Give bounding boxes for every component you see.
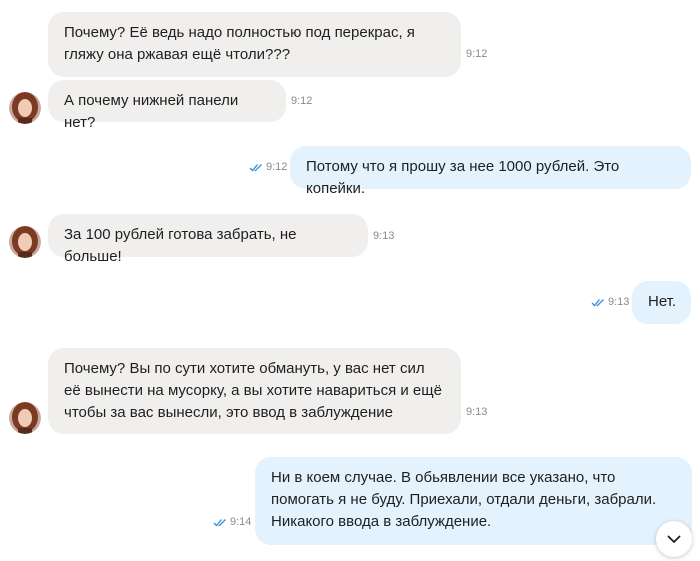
message-time-block: 9:13 (591, 296, 629, 308)
message-time: 9:13 (608, 296, 630, 308)
message-text: А почему нижней панели нет? (64, 92, 239, 131)
message-time-block: 9:14 (213, 516, 251, 528)
message-text: Почему? Вы по сути хотите обмануть, у ва… (64, 360, 442, 421)
message-bubble: Почему? Вы по сути хотите обмануть, у ва… (48, 348, 461, 434)
message-time: 9:13 (373, 230, 395, 242)
double-check-icon (249, 163, 262, 172)
message-text: Почему? Её ведь надо полностью под перек… (64, 24, 415, 63)
message-time: 9:12 (266, 161, 288, 173)
chat-thread: Почему? Её ведь надо полностью под перек… (0, 0, 700, 561)
message-text: Ни в коем случае. В обьявлении все указа… (271, 469, 657, 530)
message-bubble: А почему нижней панели нет? (48, 80, 286, 131)
message-bubble: За 100 рублей готова забрать, не больше! (48, 214, 368, 265)
message-text: За 100 рублей готова забрать, не больше! (64, 226, 297, 265)
message-time: 9:13 (466, 406, 488, 418)
message-time-block: 9:12 (249, 161, 287, 173)
message-time: 9:12 (291, 95, 313, 107)
message-bubble: Нет. (632, 281, 691, 324)
avatar[interactable] (9, 226, 41, 258)
double-check-icon (591, 298, 604, 307)
scroll-to-bottom-button[interactable] (656, 521, 692, 557)
message-text: Нет. (648, 293, 677, 310)
message-time: 9:12 (466, 48, 488, 60)
avatar[interactable] (9, 92, 41, 124)
message-bubble: Почему? Её ведь надо полностью под перек… (48, 12, 461, 77)
chevron-down-icon (667, 535, 681, 543)
message-text: Потому что я прошу за нее 1000 рублей. Э… (306, 158, 620, 197)
message-time: 9:14 (230, 516, 252, 528)
avatar[interactable] (9, 402, 41, 434)
double-check-icon (213, 518, 226, 527)
message-bubble: Потому что я прошу за нее 1000 рублей. Э… (290, 146, 691, 197)
message-bubble: Ни в коем случае. В обьявлении все указа… (255, 457, 692, 545)
